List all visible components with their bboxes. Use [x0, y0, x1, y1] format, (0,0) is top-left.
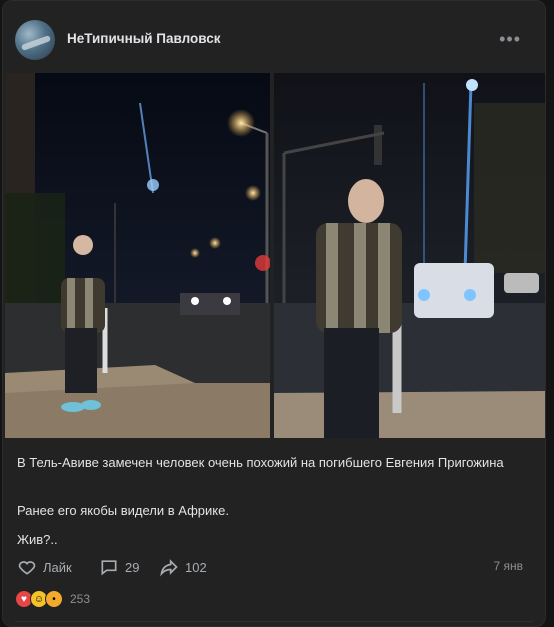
comment-icon — [101, 560, 117, 576]
divider — [15, 621, 533, 622]
post-text-line-1: В Тель-Авиве замечен человек очень похож… — [17, 455, 504, 470]
post-photos — [5, 73, 545, 438]
post-text-line-2: Ранее его якобы видели в Африке. — [17, 503, 229, 518]
post-header: НеТипичный Павловск ••• — [15, 17, 533, 61]
photo-1[interactable] — [5, 73, 270, 438]
shares-count: 102 — [185, 559, 207, 575]
comments-count: 29 — [125, 559, 140, 575]
reactions-count: 253 — [70, 592, 91, 606]
share-button[interactable]: 102 — [159, 557, 207, 577]
share-icon — [160, 559, 178, 577]
comment-button[interactable]: 29 — [99, 557, 139, 577]
wow-reaction-icon: • — [45, 590, 63, 608]
author-name[interactable]: НеТипичный Павловск — [67, 31, 221, 46]
like-label: Лайк — [43, 559, 72, 575]
post-actions: Лайк 29 102 7 янв — [17, 557, 531, 579]
reactions-summary[interactable]: ♥ ☺ • 253 — [15, 590, 90, 608]
post-text-line-3: Жив?.. — [17, 532, 58, 547]
heart-icon — [18, 561, 36, 575]
like-button[interactable]: Лайк — [17, 557, 72, 577]
photo-2[interactable] — [274, 73, 545, 438]
post-card: НеТипичный Павловск ••• В Тель-Авиве зам… — [2, 0, 546, 627]
author-avatar[interactable] — [15, 20, 55, 60]
more-horizontal-icon[interactable]: ••• — [499, 29, 521, 50]
post-date[interactable]: 7 янв — [493, 559, 523, 573]
